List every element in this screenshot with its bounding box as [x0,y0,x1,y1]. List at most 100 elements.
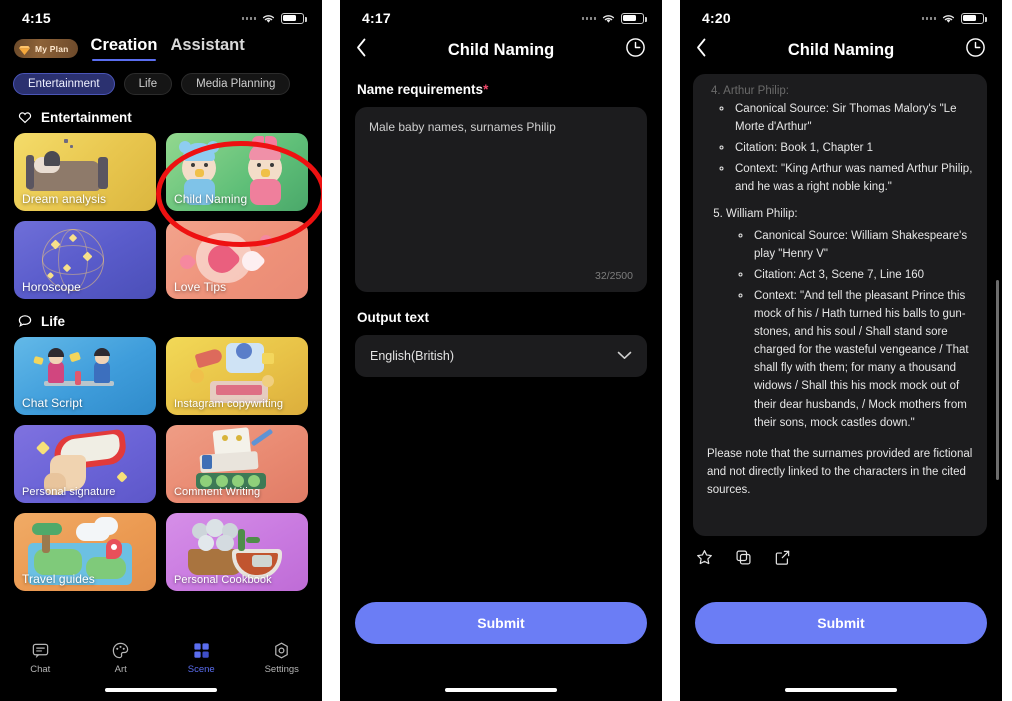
card-label: Comment Writing [174,486,261,498]
card-label: Personal Cookbook [174,574,272,586]
chevron-left-icon[interactable] [696,38,707,62]
panel-gap [322,0,340,701]
status-bar: 4:15 [0,0,322,30]
nav-bar: Child Naming [680,30,1002,70]
panel-gap [662,0,680,701]
tabbar-item-settings[interactable]: Settings [242,641,323,675]
chevron-down-icon [617,347,632,365]
output-text-label: Output text [357,310,429,325]
section-title: Life [41,313,66,329]
tabbar-label: Settings [264,664,299,675]
wifi-icon [261,13,276,24]
phone-screen-result: 4:20 Child Naming 4. Arthur Philip: ◦ Ca… [680,0,1002,701]
battery-icon [281,12,307,24]
chat-icon [31,641,50,660]
card-label: Travel guides [22,572,95,586]
chevron-left-icon[interactable] [356,38,367,62]
copy-icon[interactable] [735,549,752,571]
list-item: William Philip: Canonical Source: Willia… [726,205,973,432]
sub-item: Context: "And tell the pleasant Prince t… [752,287,973,432]
star-icon[interactable] [696,549,713,571]
entertainment-card-grid: Dream analysis Child Naming Horoscope Lo… [0,125,322,299]
card-love-tips[interactable]: Love Tips [166,221,308,299]
tab-assistant[interactable]: Assistant [170,36,244,61]
phone-screen-form: 4:17 Child Naming Name requirements* Mal… [340,0,662,701]
name-requirements-label: Name requirements* [357,82,489,97]
card-comment-writing[interactable]: Comment Writing [166,425,308,503]
tabbar-item-art[interactable]: Art [81,641,162,675]
section-title: Entertainment [41,109,132,125]
home-indicator [785,688,897,692]
card-personal-signature[interactable]: Personal signature [14,425,156,503]
chip-life[interactable]: Life [123,73,173,95]
my-plan-badge[interactable]: My Plan [14,39,78,58]
card-horoscope[interactable]: Horoscope [14,221,156,299]
home-indicator [105,688,217,692]
card-label: Chat Script [22,396,83,410]
page-title: Child Naming [447,40,555,59]
section-header-life: Life [0,299,322,329]
name-requirements-input[interactable]: Male baby names, surnames Philip 32/2500 [355,107,647,292]
card-label: Instagram copywriting [174,398,284,410]
card-label: Horoscope [22,280,81,294]
gear-icon [272,641,291,660]
tab-creation[interactable]: Creation [91,36,157,61]
card-label: Personal signature [22,486,116,498]
nav-bar: Child Naming [340,30,662,70]
top-tabs: My Plan Creation Assistant [0,30,322,61]
clipped-heading: 4. Arthur Philip: [711,85,789,97]
answer-panel: 4. Arthur Philip: Canonical Source: Sir … [693,74,987,536]
result-list: Canonical Source: Sir Thomas Malory's "L… [726,100,973,432]
submit-button[interactable]: Submit [695,602,987,644]
clock-icon[interactable] [625,37,646,63]
output-language-select[interactable]: English(British) [355,335,647,377]
signal-dots-icon [921,16,936,20]
chip-entertainment[interactable]: Entertainment [13,73,115,95]
list-item: Canonical Source: Sir Thomas Malory's "L… [726,100,973,196]
card-travel-guides[interactable]: Travel guides [14,513,156,591]
signal-dots-icon [581,16,596,20]
vertical-scrollbar[interactable] [996,280,999,480]
status-indicators [581,12,647,24]
sub-item: Citation: Act 3, Scene 7, Line 160 [752,266,973,284]
tabbar-label: Art [114,664,127,675]
status-time: 4:15 [22,10,51,26]
page-title: Child Naming [787,40,895,59]
card-personal-cookbook[interactable]: Personal Cookbook [166,513,308,591]
home-indicator [445,688,557,692]
card-chat-script[interactable]: Chat Script [14,337,156,415]
gem-icon [18,43,31,55]
answer-actions [680,536,1002,571]
phone-screen-creation: 4:15 My Plan Creation Assistant Entertai… [0,0,322,701]
required-mark: * [483,82,489,97]
wifi-icon [601,13,616,24]
heart-icon [17,109,33,125]
sub-item: Canonical Source: William Shakespeare's … [752,227,973,263]
card-label: Child Naming [174,192,248,206]
screenshot-stage: 4:15 My Plan Creation Assistant Entertai… [0,0,1012,701]
status-bar: 4:20 [680,0,1002,30]
sub-list: Canonical Source: William Shakespeare's … [752,227,973,432]
sub-list: Canonical Source: Sir Thomas Malory's "L… [733,100,973,196]
card-dream-analysis[interactable]: Dream analysis [14,133,156,211]
chip-media-planning[interactable]: Media Planning [181,73,291,95]
status-time: 4:20 [702,10,731,26]
speech-bubble-icon [17,313,33,329]
palette-icon [111,641,130,660]
share-icon[interactable] [774,549,791,571]
grid-icon [192,641,211,660]
battery-icon [621,12,647,24]
submit-button[interactable]: Submit [355,602,647,644]
status-time: 4:17 [362,10,391,26]
section-header-entertainment: Entertainment [0,95,322,125]
tabbar-item-chat[interactable]: Chat [0,641,81,675]
sub-item: Context: "King Arthur was named Arthur P… [733,160,973,196]
clock-icon[interactable] [965,37,986,63]
battery-icon [961,12,987,24]
wifi-icon [941,13,956,24]
sub-item: Citation: Book 1, Chapter 1 [733,139,973,157]
card-child-naming[interactable]: Child Naming [166,133,308,211]
card-instagram-copywriting[interactable]: Instagram copywriting [166,337,308,415]
tabbar-item-scene[interactable]: Scene [161,641,242,675]
status-bar: 4:17 [340,0,662,30]
